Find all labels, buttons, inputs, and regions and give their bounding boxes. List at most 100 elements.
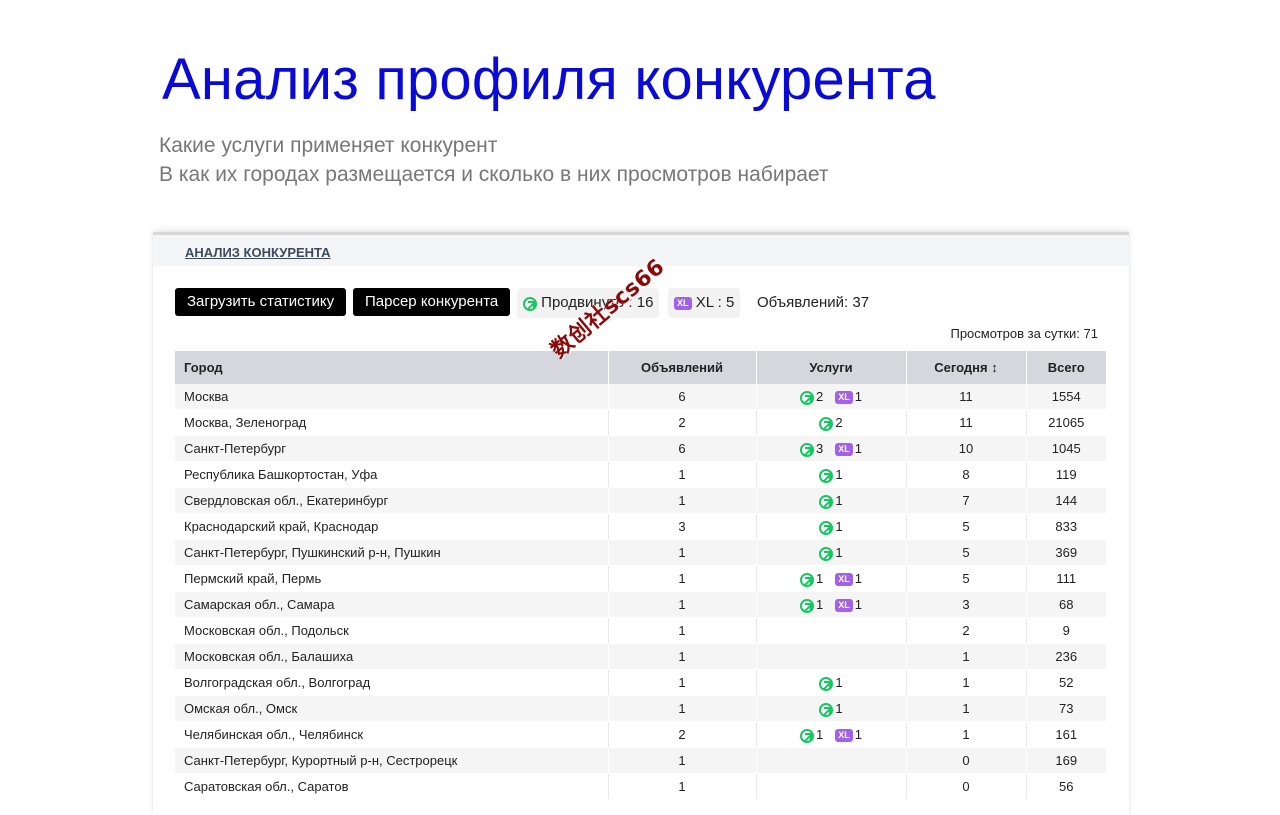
- cell-total: 236: [1025, 643, 1106, 670]
- cell-today: 8: [905, 461, 1026, 488]
- cell-services: 2: [755, 409, 906, 436]
- cell-services: [755, 617, 906, 644]
- xl-icon: XL: [674, 297, 692, 310]
- table-row: Санкт-Петербург, Курортный р-н, Сестроре…: [175, 747, 1106, 774]
- cell-total: 68: [1025, 591, 1106, 618]
- table-row: Волгоградская обл., Волгоград 1 1 1 52: [175, 669, 1106, 696]
- promo-service: 1: [800, 727, 823, 743]
- xl-icon: XL: [835, 390, 853, 404]
- cell-city: Санкт-Петербург, Курортный р-н, Сестроре…: [175, 747, 608, 774]
- cell-total: 1045: [1025, 435, 1106, 462]
- cell-ads: 1: [607, 461, 756, 488]
- cell-city: Волгоградская обл., Волгоград: [175, 669, 608, 696]
- promo-service: 1: [800, 571, 823, 587]
- cell-city: Самарская обл., Самара: [175, 591, 608, 618]
- column-header-total: Всего: [1025, 351, 1106, 384]
- cell-today: 2: [905, 617, 1026, 644]
- load-statistics-button[interactable]: Загрузить статистику: [175, 288, 347, 316]
- cell-today: 5: [905, 513, 1026, 540]
- cell-today: 1: [905, 721, 1026, 748]
- cell-city: Москва: [175, 384, 608, 410]
- promoted-icon: [800, 728, 814, 743]
- table-row: Москва 6 2 XL 1 11 1554: [175, 384, 1106, 410]
- cell-total: 161: [1025, 721, 1106, 748]
- cell-ads: 1: [607, 643, 756, 670]
- table-row: Москва, Зеленоград 2 2 11 21065: [175, 409, 1106, 436]
- column-header-today-sortable[interactable]: Сегодня ↕: [905, 351, 1026, 384]
- cell-services: 3 XL 1: [755, 435, 906, 462]
- cell-total: 73: [1025, 695, 1106, 722]
- cell-city: Саратовская обл., Саратов: [175, 773, 608, 800]
- competitor-analysis-tab[interactable]: АНАЛИЗ КОНКУРЕНТА: [185, 245, 331, 260]
- cell-services: 1: [755, 669, 906, 696]
- table-row: Саратовская обл., Саратов 1 0 56: [175, 773, 1106, 800]
- promo-service: 1: [819, 545, 843, 561]
- promoted-icon: [800, 442, 814, 457]
- xl-icon: XL: [835, 728, 853, 742]
- table-row: Санкт-Петербург 6 3 XL 1 10 1045: [175, 435, 1106, 462]
- cell-services: 2 XL 1: [755, 384, 906, 410]
- table-row: Московская обл., Подольск 1 2 9: [175, 617, 1106, 644]
- ads-total-count: Объявлений: 37: [757, 294, 870, 311]
- promo-service: 1: [819, 675, 843, 691]
- cell-today: 7: [905, 487, 1026, 514]
- cell-services: [755, 643, 906, 670]
- cell-city: Московская обл., Балашиха: [175, 643, 608, 670]
- cell-city: Московская обл., Подольск: [175, 617, 608, 644]
- cell-today: 0: [905, 747, 1026, 774]
- cell-city: Санкт-Петербург: [175, 435, 608, 462]
- table-row: Краснодарский край, Краснодар 3 1 5 833: [175, 513, 1106, 540]
- cell-ads: 1: [607, 539, 756, 566]
- cell-services: [755, 773, 906, 800]
- xl-service: XL 1: [835, 727, 862, 742]
- cell-total: 119: [1025, 461, 1106, 488]
- cell-city: Пермский край, Пермь: [175, 565, 608, 592]
- column-header-services: Услуги: [755, 351, 906, 384]
- table-header-row: Город Объявлений Услуги Сегодня ↕ Всего: [175, 351, 1106, 384]
- cell-total: 169: [1025, 747, 1106, 774]
- views-per-day: Просмотров за сутки: 71: [950, 326, 1098, 341]
- promo-service: 2: [819, 415, 843, 431]
- cell-ads: 1: [607, 773, 756, 800]
- xl-service: XL 1: [835, 389, 862, 404]
- cell-total: 369: [1025, 539, 1106, 566]
- cell-total: 144: [1025, 487, 1106, 514]
- cell-today: 10: [905, 435, 1026, 462]
- promoted-icon: [800, 390, 814, 405]
- cell-ads: 1: [607, 747, 756, 774]
- promoted-icon: [819, 494, 834, 509]
- cell-ads: 1: [607, 617, 756, 644]
- table-row: Свердловская обл., Екатеринбург 1 1 7 144: [175, 487, 1106, 514]
- cell-services: 1 XL 1: [755, 565, 906, 592]
- xl-service: XL 1: [835, 597, 862, 612]
- table-row: Челябинская обл., Челябинск 2 1 XL 1 1 161: [175, 721, 1106, 748]
- cell-total: 52: [1025, 669, 1106, 696]
- cell-today: 1: [905, 643, 1026, 670]
- cell-services: 1: [755, 539, 906, 566]
- cell-services: 1: [755, 461, 906, 488]
- xl-icon: XL: [835, 598, 853, 612]
- cell-ads: 1: [607, 487, 756, 514]
- cell-services: 1 XL 1: [755, 591, 906, 618]
- cell-ads: 6: [607, 435, 756, 462]
- cell-ads: 3: [607, 513, 756, 540]
- xl-count-badge: XL XL : 5: [668, 288, 741, 318]
- competitor-parser-button[interactable]: Парсер конкурента: [353, 288, 511, 316]
- cell-today: 5: [905, 565, 1026, 592]
- cell-services: 1: [755, 487, 906, 514]
- column-header-ads: Объявлений: [607, 351, 756, 384]
- cell-total: 56: [1025, 773, 1106, 800]
- cell-today: 3: [905, 591, 1026, 618]
- promoted-icon: [819, 702, 834, 717]
- promo-service: 1: [819, 519, 843, 535]
- cell-ads: 1: [607, 565, 756, 592]
- competitor-analysis-panel: АНАЛИЗ КОНКУРЕНТА Загрузить статистику П…: [153, 232, 1129, 815]
- table-row: Омская обл., Омск 1 1 1 73: [175, 695, 1106, 722]
- cell-total: 1554: [1025, 384, 1106, 410]
- xl-count-label: XL : 5: [695, 294, 735, 311]
- column-header-city: Город: [175, 351, 608, 384]
- table-row: Пермский край, Пермь 1 1 XL 1 5 111: [175, 565, 1106, 592]
- cell-city: Краснодарский край, Краснодар: [175, 513, 608, 540]
- xl-service: XL 1: [835, 441, 862, 456]
- cell-city: Челябинская обл., Челябинск: [175, 721, 608, 748]
